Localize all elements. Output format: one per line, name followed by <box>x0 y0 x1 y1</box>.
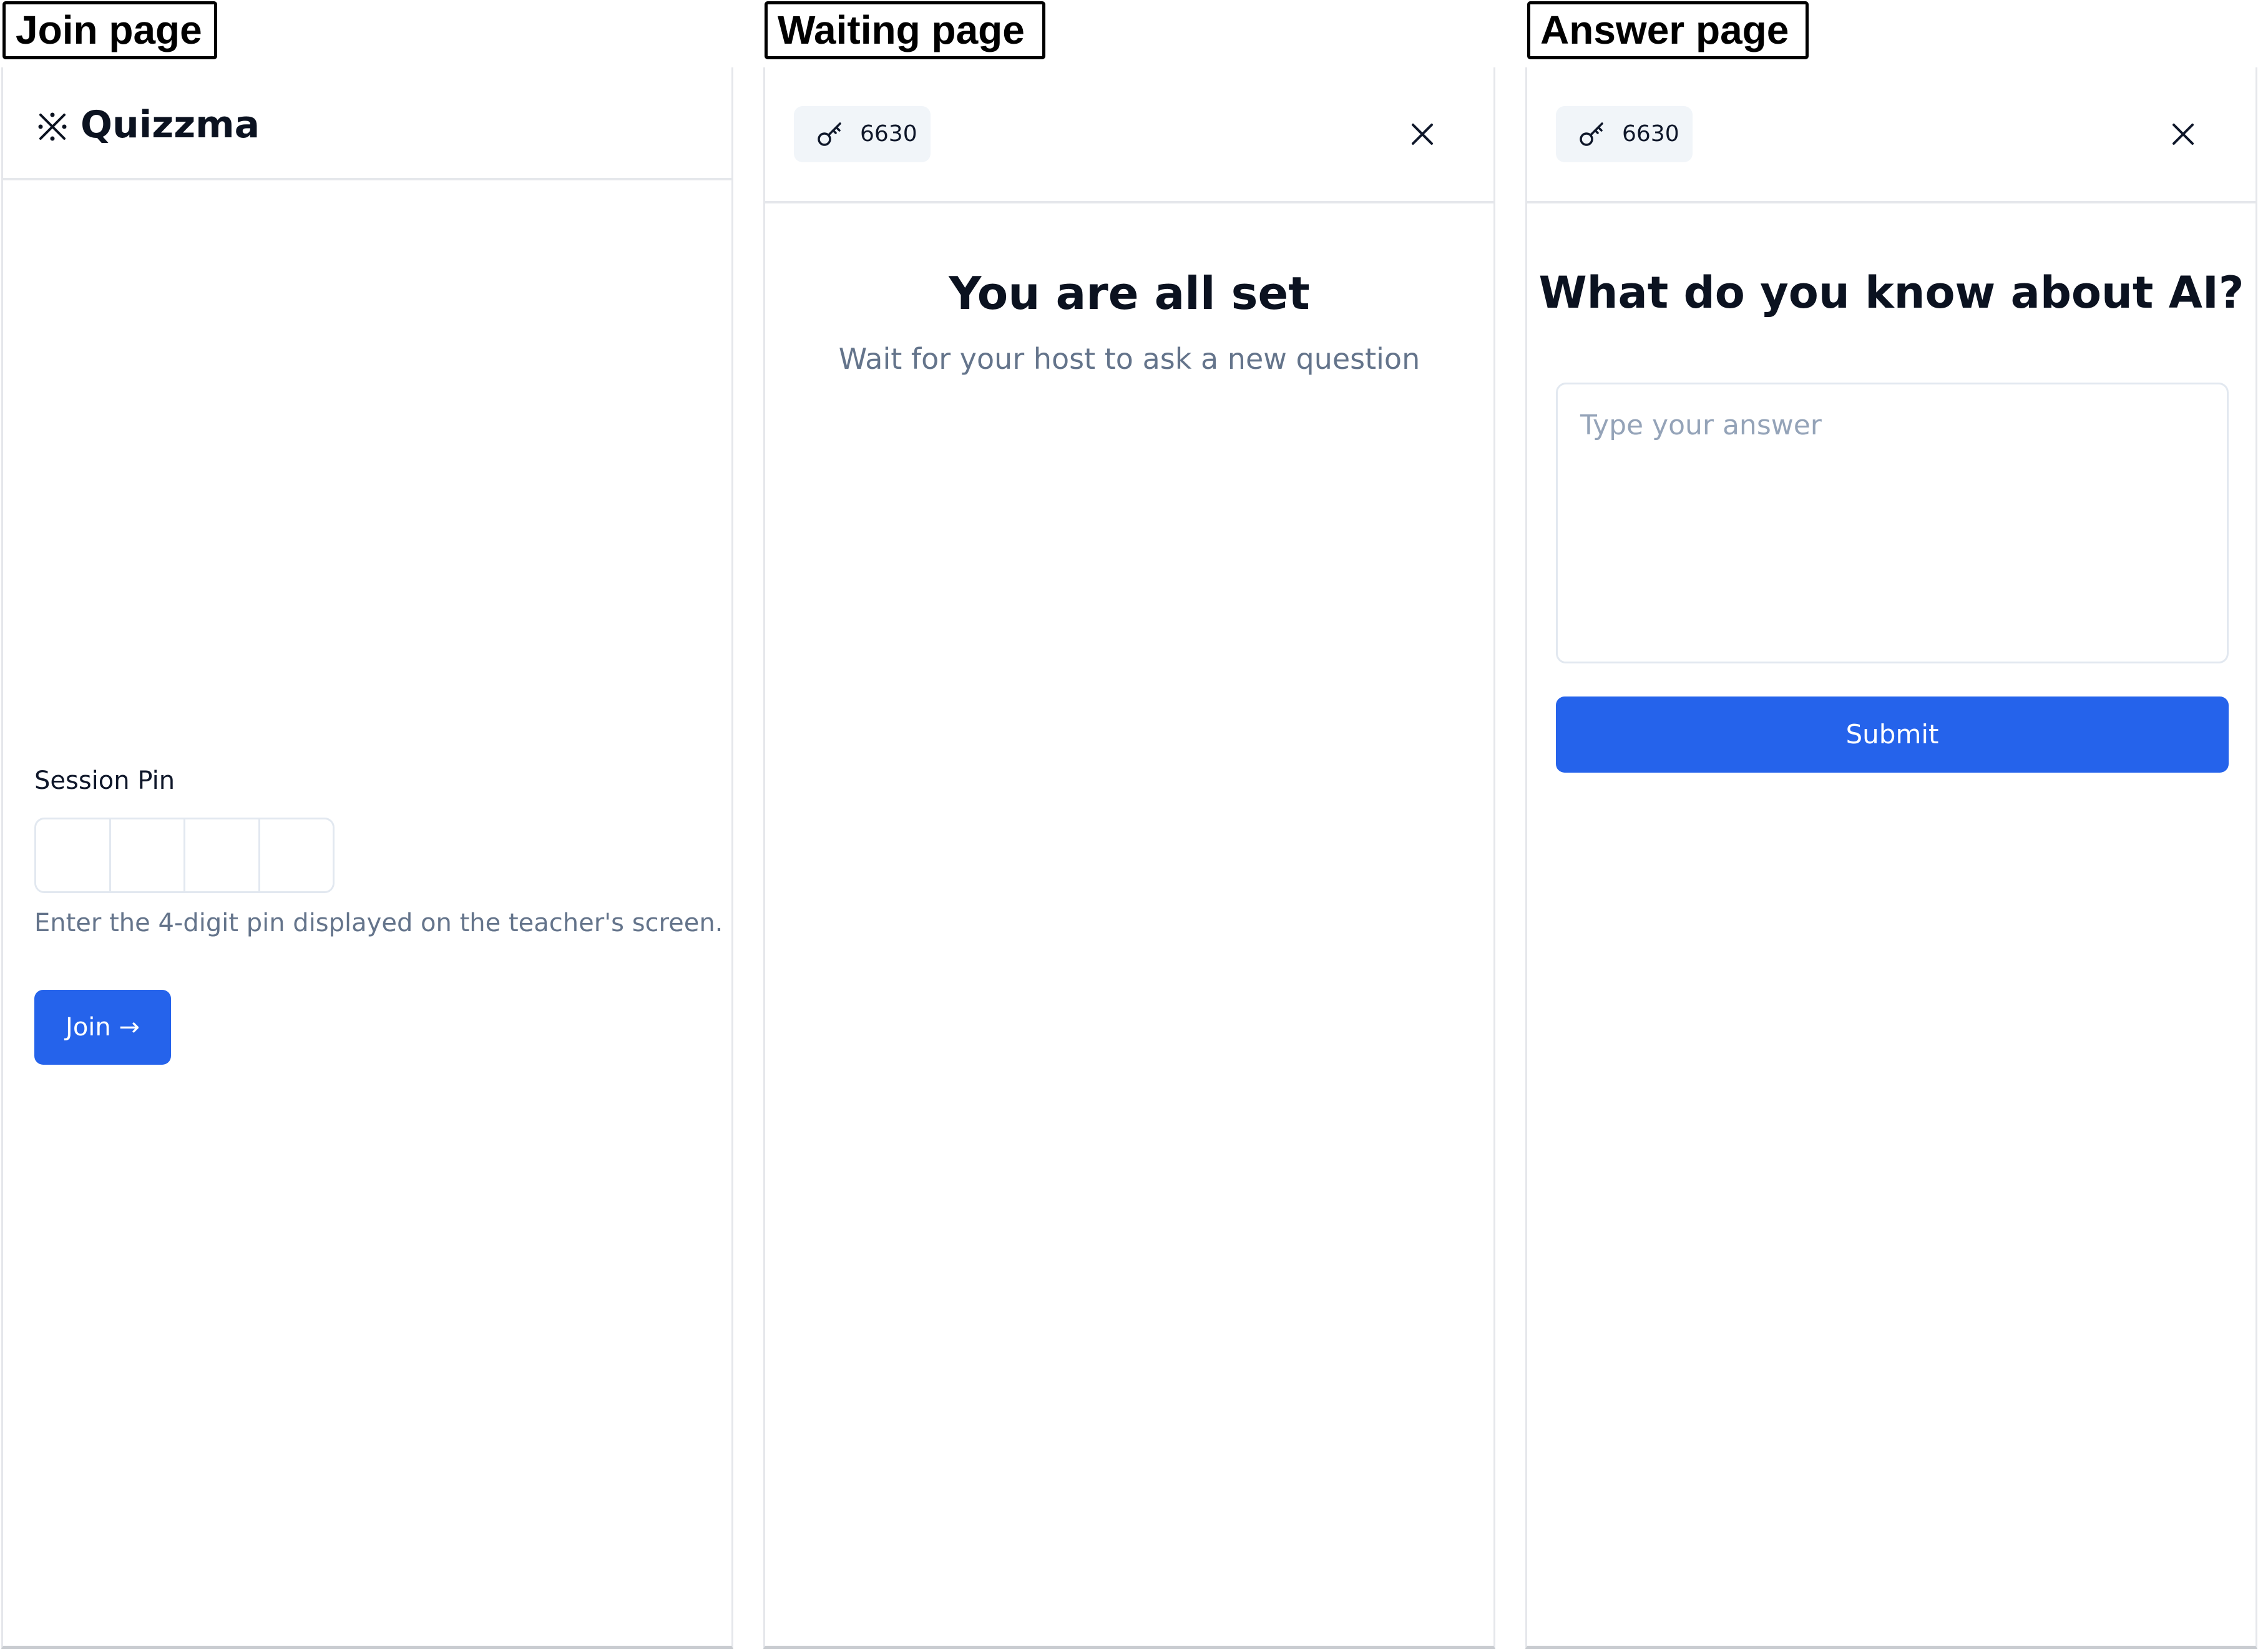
session-pin-label: Session Pin <box>34 766 175 795</box>
answer-page-screen: 6630 What do you know about AI? Submit <box>1525 67 2257 1649</box>
waiting-page-caption: Waiting page <box>765 1 1045 59</box>
session-pin-value: 6630 <box>860 121 917 147</box>
session-pin-chip: 6630 <box>794 106 931 162</box>
pin-digit-1[interactable] <box>36 819 111 891</box>
join-button[interactable]: Join → <box>34 990 171 1065</box>
waiting-page-screen: 6630 You are all set Wait for your host … <box>763 67 1495 1649</box>
pin-digit-3[interactable] <box>185 819 260 891</box>
answer-page-caption: Answer page <box>1527 1 1809 59</box>
session-header: 6630 <box>765 67 1493 203</box>
app-header: Quizzma <box>3 67 731 180</box>
session-pin-input <box>34 818 335 893</box>
answer-textarea[interactable] <box>1556 383 2229 663</box>
join-page-screen: Quizzma Session Pin Enter the 4-digit pi… <box>1 67 733 1649</box>
brand-name: Quizzma <box>81 103 260 147</box>
submit-button[interactable]: Submit <box>1556 696 2229 773</box>
reference-mark-icon <box>38 112 67 141</box>
close-icon[interactable] <box>1407 119 1438 150</box>
pin-digit-2[interactable] <box>110 819 185 891</box>
key-icon <box>818 122 841 146</box>
key-icon <box>1580 122 1603 146</box>
session-header: 6630 <box>1527 67 2256 203</box>
join-page-caption: Join page <box>2 1 217 59</box>
waiting-subtitle: Wait for your host to ask a new question <box>838 342 1420 376</box>
pin-digit-4[interactable] <box>260 819 333 891</box>
question-text: What do you know about AI? <box>1538 267 2244 318</box>
pin-helper-text: Enter the 4-digit pin displayed on the t… <box>34 909 723 937</box>
session-pin-value: 6630 <box>1622 121 1679 147</box>
session-pin-chip: 6630 <box>1556 106 1693 162</box>
close-icon[interactable] <box>2168 119 2199 150</box>
waiting-title: You are all set <box>949 267 1310 320</box>
